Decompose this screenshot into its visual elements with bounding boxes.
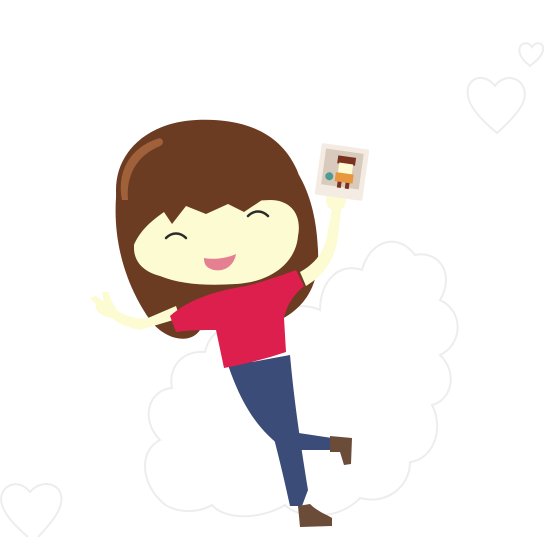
- heart-outline-icon: [466, 77, 526, 135]
- girl-illustration: [0, 42, 545, 537]
- illustration-canvas: [0, 0, 545, 537]
- jeans: [228, 355, 332, 506]
- photo-card-icon: [314, 143, 370, 201]
- heart-outline-icon: [0, 483, 63, 537]
- heart-outline-icon: [518, 42, 545, 68]
- peace-hand: [90, 292, 117, 318]
